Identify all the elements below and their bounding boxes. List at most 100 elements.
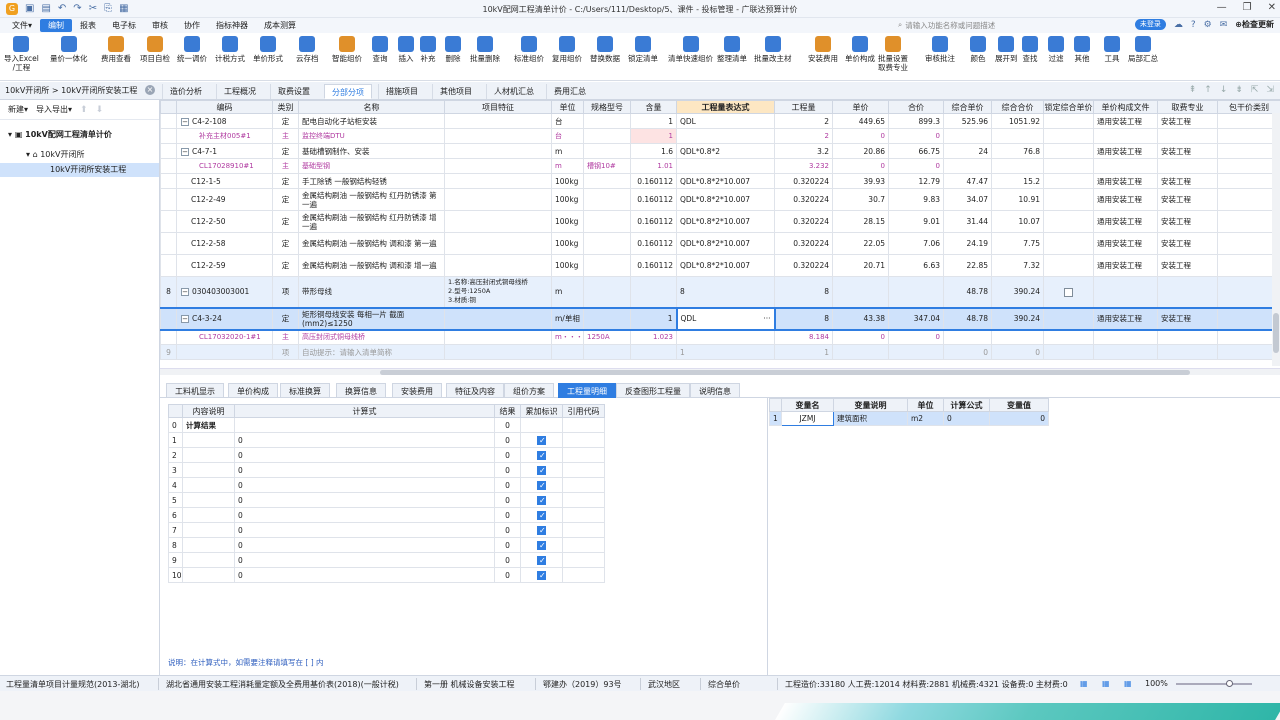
cell-lock[interactable] (1043, 173, 1094, 189)
expand-icon[interactable]: ⇲ (1266, 85, 1274, 95)
variable-unit[interactable]: m2 (907, 411, 944, 426)
ribbon-button-10[interactable]: 插入 (398, 36, 414, 64)
accumulate-cell[interactable] (520, 477, 563, 493)
cell-expr[interactable]: 8 (676, 276, 775, 308)
grid-header-12[interactable]: 综合单价 (943, 100, 992, 114)
grid-header-11[interactable]: 合价 (888, 100, 944, 114)
menu-edit[interactable]: 编制 (40, 19, 73, 32)
formula-cell[interactable] (234, 417, 495, 433)
move-up-icon[interactable]: ↑ (1204, 85, 1212, 95)
ref-code-cell[interactable] (562, 492, 605, 508)
cell-name[interactable]: 金属结构刷油 一般钢结构 红丹防锈漆 第一遍 (298, 188, 445, 211)
ribbon-button-1[interactable]: 量价一体化 (50, 36, 88, 64)
ribbon-button-26[interactable]: 展开到 (995, 36, 1018, 64)
cell-expr[interactable]: QDL*0.8*2*10.007 (676, 254, 775, 277)
detail-tab-9[interactable]: 说明信息 (690, 383, 740, 398)
desc-cell[interactable] (182, 537, 235, 553)
variable-formula[interactable]: 0 (943, 411, 990, 426)
detail-tab-0[interactable]: 工料机显示 (166, 383, 224, 398)
cell-name[interactable]: 矩形铜母线安装 每相一片 截面(mm2)≤1250 (298, 306, 445, 331)
cell-name[interactable]: 配电自动化子站柜安装 (298, 113, 445, 129)
ribbon-button-11[interactable]: 补充 (420, 36, 436, 64)
ribbon-button-6[interactable]: 单价形式 (253, 36, 283, 64)
ref-code-cell[interactable] (562, 477, 605, 493)
calc-row[interactable]: 8 00 (168, 537, 605, 553)
desc-cell[interactable] (182, 477, 235, 493)
status-item-4[interactable]: 武汉地区 (648, 679, 680, 690)
more-icon[interactable]: ··· (763, 314, 770, 323)
ribbon-button-9[interactable]: 查询 (372, 36, 388, 64)
menu-collab[interactable]: 协作 (176, 19, 208, 32)
desc-cell[interactable] (182, 522, 235, 538)
grid-header-3[interactable]: 名称 (298, 100, 445, 114)
cell-expr[interactable]: QDL*0.8*2*10.007 (676, 173, 775, 189)
tab-labor-material[interactable]: 人材机汇总 (486, 84, 541, 99)
tree-node-installation[interactable]: 10kV开闭所安装工程 (0, 163, 159, 177)
close-breadcrumb-icon[interactable]: × (145, 85, 155, 95)
collapse-toggle-icon[interactable]: − (181, 147, 189, 156)
cell-name[interactable]: 金属结构刷油 一般钢结构 调和漆 增一遍 (298, 254, 445, 277)
calc-row[interactable]: 10 0 0 (168, 567, 605, 583)
grid-header-9[interactable]: 工程量 (774, 100, 833, 114)
ref-code-cell[interactable] (562, 567, 605, 583)
calc-row[interactable]: 5 00 (168, 492, 605, 508)
search-input[interactable]: 请输入功能名称或问题描述 (905, 20, 995, 31)
accumulate-cell[interactable] (520, 432, 563, 448)
detail-tab-8[interactable]: 反查图形工程量 (616, 383, 690, 398)
variable-row[interactable]: 1 JZMJ 建筑面积 m2 0 0 (769, 411, 1049, 426)
move-bottom-icon[interactable]: ⇟ (1235, 85, 1243, 95)
grid-header-15[interactable]: 单价构成文件 (1093, 100, 1158, 114)
cloud-icon[interactable]: ☁ (1174, 20, 1183, 30)
collapse-icon[interactable]: ⇱ (1251, 85, 1259, 95)
accumulate-checkbox[interactable] (537, 450, 546, 460)
grid-header-17[interactable]: 包干价类别 (1217, 100, 1280, 114)
ribbon-button-7[interactable]: 云存档 (296, 36, 319, 64)
formula-cell[interactable]: 0 (234, 537, 495, 553)
settings-icon[interactable]: ⚙ (1204, 20, 1212, 30)
ribbon-button-21[interactable]: 安装费用 (808, 36, 838, 64)
cell-lock[interactable] (1043, 158, 1094, 174)
ribbon-button-22[interactable]: 单价构成 (845, 36, 875, 64)
ref-code-cell[interactable] (562, 462, 605, 478)
ref-code-cell[interactable] (562, 537, 605, 553)
menu-index[interactable]: 指标神器 (208, 19, 256, 32)
desc-cell[interactable]: 计算结果 (182, 417, 235, 433)
cell-name[interactable]: 自动提示：请输入清单简称 (298, 344, 445, 360)
cell-lock[interactable] (1043, 329, 1094, 345)
ribbon-button-29[interactable]: 其他 (1074, 36, 1090, 64)
grid-header-4[interactable]: 项目特征 (444, 100, 552, 114)
accumulate-checkbox[interactable] (537, 435, 546, 445)
menu-ebid[interactable]: 电子标 (104, 19, 144, 32)
lock-checkbox[interactable] (1064, 287, 1073, 297)
cell-name[interactable]: 金属结构刷油 一般钢结构 红丹防锈漆 增一遍 (298, 210, 445, 233)
layout-icon[interactable]: ▦ (1080, 679, 1088, 688)
grid-header-13[interactable]: 综合合价 (991, 100, 1044, 114)
ribbon-button-24[interactable]: 审核批注 (925, 36, 955, 64)
grid-header-6[interactable]: 规格型号 (583, 100, 631, 114)
cell-lock[interactable] (1043, 276, 1094, 308)
grid-header-7[interactable]: 含量 (630, 100, 677, 114)
table-row[interactable]: C12-2-58 定金属结构刷油 一般钢结构 调和漆 第一遍 100kg 0.1601… (160, 232, 1280, 255)
close-button[interactable]: ✕ (1268, 2, 1276, 13)
ribbon-button-8[interactable]: 智能组价 (332, 36, 362, 64)
ribbon-button-20[interactable]: 批量改主材 (754, 36, 792, 64)
ribbon-button-3[interactable]: 项目自检 (140, 36, 170, 64)
detail-tab-6[interactable]: 组价方案 (504, 383, 554, 398)
table-row[interactable]: − C4-3-24 定矩形铜母线安装 每相一片 截面(mm2)≤1250 m/单相 1 Q… (160, 306, 1280, 331)
desc-cell[interactable] (182, 447, 235, 463)
grid-vertical-scrollbar[interactable] (1272, 113, 1280, 366)
table-row[interactable]: 补充主材005#1 主监控终端DTU 台 1 2 0 0 (160, 128, 1280, 144)
ribbon-button-15[interactable]: 复用组价 (552, 36, 582, 64)
cell-lock[interactable] (1043, 188, 1094, 211)
cell-expr[interactable]: QDL*0.8*2*10.007 (676, 188, 775, 211)
detail-tab-4[interactable]: 安装费用 (392, 383, 442, 398)
ribbon-button-5[interactable]: 计税方式 (215, 36, 245, 64)
cell-name[interactable]: 基础槽钢制作、安装 (298, 143, 445, 159)
accumulate-checkbox[interactable] (537, 510, 546, 520)
accumulate-checkbox[interactable] (537, 525, 546, 535)
ribbon-button-28[interactable]: 过滤 (1048, 36, 1064, 64)
table-row[interactable]: C12-2-50 定金属结构刷油 一般钢结构 红丹防锈漆 增一遍 100kg 0.16… (160, 210, 1280, 233)
page-icon[interactable]: ▦ (1124, 679, 1132, 688)
table-row[interactable]: C12-2-49 定金属结构刷油 一般钢结构 红丹防锈漆 第一遍 100kg 0.16… (160, 188, 1280, 211)
ribbon-button-30[interactable]: 工具 (1104, 36, 1120, 64)
